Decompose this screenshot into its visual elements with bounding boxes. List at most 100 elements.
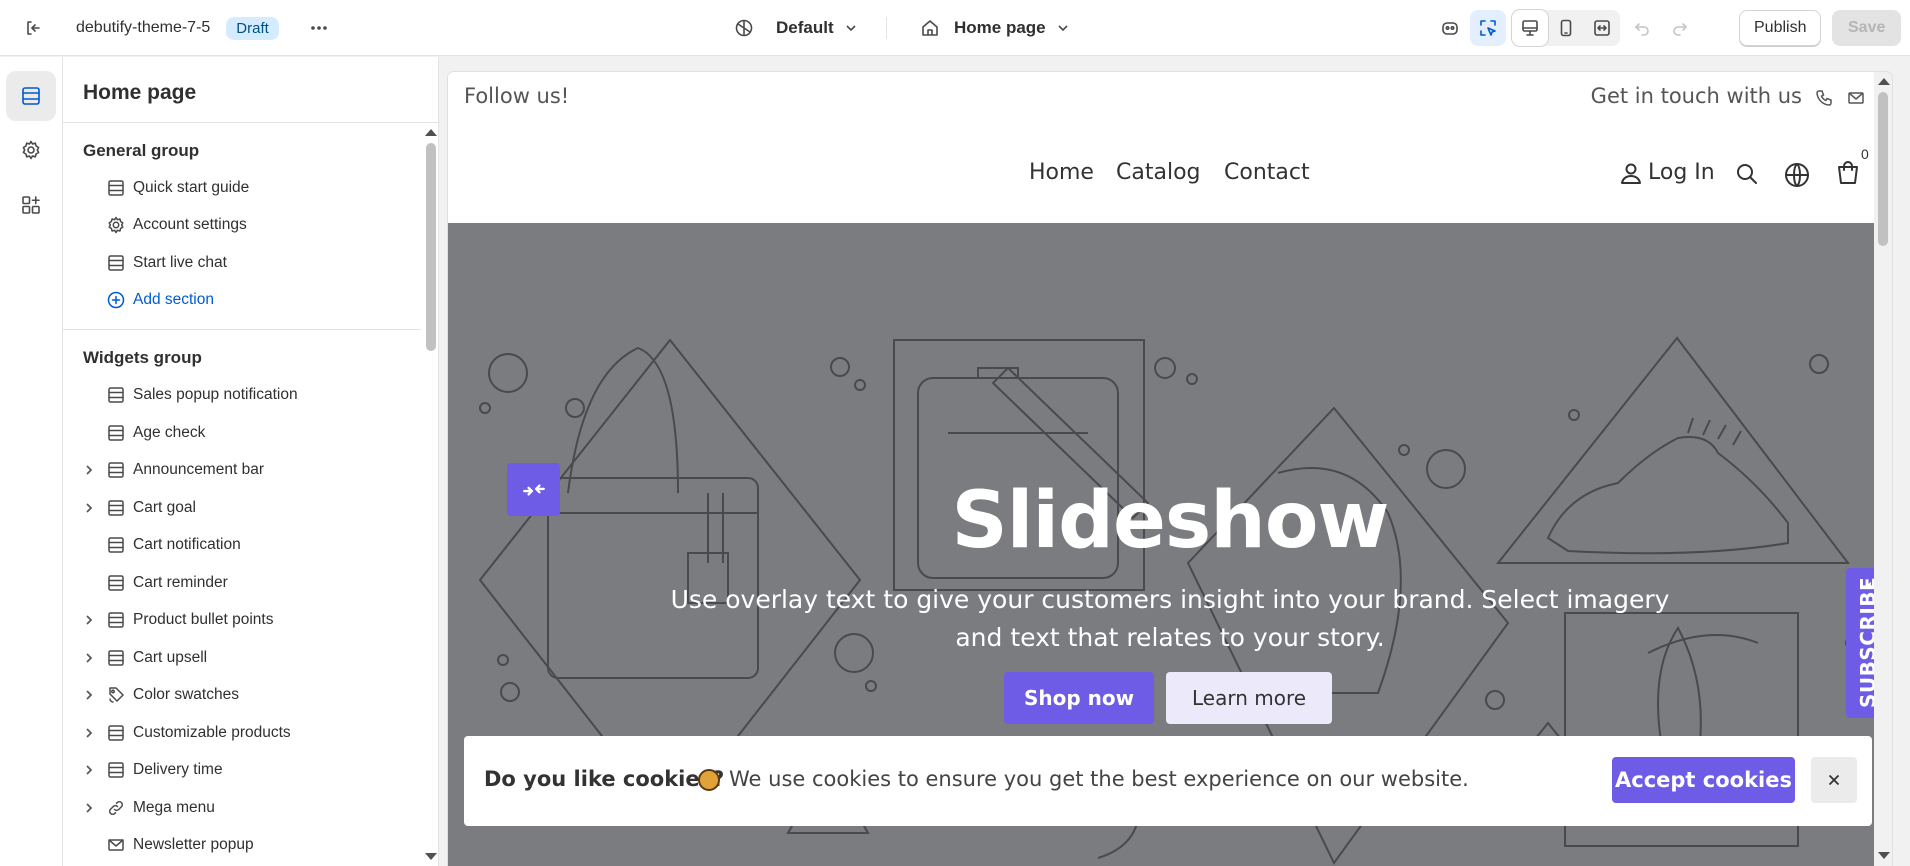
exit-button[interactable] xyxy=(15,10,51,46)
get-in-touch-text[interactable]: Get in touch with us xyxy=(1591,84,1802,108)
scroll-up-arrow[interactable] xyxy=(425,129,437,136)
exit-icon xyxy=(27,21,40,35)
add-section-button[interactable]: Add section xyxy=(63,282,413,318)
chevron-right-icon[interactable] xyxy=(82,763,96,777)
section-icon xyxy=(106,498,126,518)
chevron-down-icon xyxy=(846,25,856,32)
desktop-view-button[interactable] xyxy=(1512,10,1548,46)
theme-settings-tab[interactable] xyxy=(6,125,56,175)
close-icon xyxy=(1828,774,1840,786)
section-item-label: Account settings xyxy=(133,216,247,233)
group-divider xyxy=(63,329,421,330)
chevron-right-icon[interactable] xyxy=(82,726,96,740)
cookie-question: Do you like cookies? xyxy=(484,767,725,791)
section-item-label: Quick start guide xyxy=(133,179,250,196)
gear-icon xyxy=(106,215,126,235)
cookie-emoji-icon xyxy=(698,769,720,791)
swatch-icon xyxy=(106,685,126,705)
robot-icon xyxy=(1442,22,1458,35)
hero-title: Slideshow xyxy=(951,476,1390,566)
section-item-newsletter-popup[interactable]: Newsletter popup xyxy=(63,827,413,863)
hero-subtitle: Use overlay text to give your customers … xyxy=(670,585,1670,652)
preview-scroll-up-arrow[interactable] xyxy=(1878,78,1890,85)
login-link[interactable]: Log In xyxy=(1648,160,1715,185)
app-embed-button[interactable] xyxy=(1432,10,1468,46)
section-item-customizable-products[interactable]: Customizable products xyxy=(63,715,413,751)
globe-icon[interactable] xyxy=(1783,161,1811,189)
section-icon xyxy=(106,610,126,630)
section-icon xyxy=(106,648,126,668)
chevron-right-icon[interactable] xyxy=(82,651,96,665)
follow-us-text[interactable]: Follow us! xyxy=(464,84,569,108)
section-item-mega-menu[interactable]: Mega menu xyxy=(63,790,413,826)
chevron-right-icon[interactable] xyxy=(82,463,96,477)
more-actions-button[interactable] xyxy=(301,10,337,46)
ellipsis-icon xyxy=(311,26,327,30)
cart-icon[interactable] xyxy=(1834,159,1862,187)
section-item-label: Customizable products xyxy=(133,723,291,741)
announcement-bar: Follow us! Get in touch with us xyxy=(448,72,1892,122)
panel-scroll-thumb[interactable] xyxy=(426,143,436,351)
section-item-cart-goal[interactable]: Cart goal xyxy=(63,490,413,526)
section-item-label: Sales popup notification xyxy=(133,386,298,403)
redo-button[interactable] xyxy=(1662,10,1698,46)
search-icon[interactable] xyxy=(1734,161,1760,187)
learn-more-button[interactable]: Learn more xyxy=(1166,672,1332,724)
undo-button[interactable] xyxy=(1624,10,1660,46)
app-embeds-tab[interactable] xyxy=(6,180,56,230)
mail-icon[interactable] xyxy=(1846,88,1866,108)
section-icon xyxy=(106,385,126,405)
section-icon xyxy=(106,535,126,555)
section-icon xyxy=(106,423,126,443)
section-item-sales-popup-notification[interactable]: Sales popup notification xyxy=(63,377,413,413)
preview-scrollbar[interactable] xyxy=(1874,72,1892,866)
section-item-cart-reminder[interactable]: Cart reminder xyxy=(63,565,413,601)
section-item-label: Cart goal xyxy=(133,498,196,516)
general-group-title: General group xyxy=(83,141,200,160)
section-item-delivery-time[interactable]: Delivery time xyxy=(63,752,413,788)
page-selector[interactable]: Home page xyxy=(920,18,1070,38)
chevron-right-icon[interactable] xyxy=(82,613,96,627)
section-item-label: Announcement bar xyxy=(133,461,264,478)
panel-scrollbar[interactable] xyxy=(421,123,438,866)
section-item-label: Cart notification xyxy=(133,536,241,553)
publish-button[interactable]: Publish xyxy=(1739,10,1822,46)
section-item-account-settings[interactable]: Account settings xyxy=(63,207,413,243)
save-button[interactable]: Save xyxy=(1832,10,1902,46)
section-icon xyxy=(106,760,126,780)
section-item-label: Newsletter popup xyxy=(133,836,254,853)
section-item-cart-notification[interactable]: Cart notification xyxy=(63,527,413,563)
theme-selector[interactable]: Default xyxy=(734,18,858,38)
nav-link-catalog[interactable]: Catalog xyxy=(1116,160,1201,185)
section-item-start-live-chat[interactable]: Start live chat xyxy=(63,245,413,281)
redo-icon xyxy=(1673,23,1687,36)
section-item-announcement-bar[interactable]: Announcement bar xyxy=(63,452,413,488)
undo-icon xyxy=(1635,23,1649,36)
preview-scroll-thumb[interactable] xyxy=(1878,92,1888,246)
storefront-preview: Follow us! Get in touch with us Home Cat… xyxy=(448,72,1892,866)
theme-selector-label: Default xyxy=(776,18,834,37)
editor-rail xyxy=(0,57,63,866)
section-item-quick-start-guide[interactable]: Quick start guide xyxy=(63,170,413,206)
sections-tab[interactable] xyxy=(6,71,56,121)
inspector-button[interactable] xyxy=(1470,10,1506,46)
preview-scroll-down-arrow[interactable] xyxy=(1878,852,1890,859)
chevron-right-icon[interactable] xyxy=(82,501,96,515)
section-item-product-bullet-points[interactable]: Product bullet points xyxy=(63,602,413,638)
user-icon[interactable] xyxy=(1618,160,1644,186)
chevron-right-icon[interactable] xyxy=(82,801,96,815)
chevron-right-icon[interactable] xyxy=(82,688,96,702)
close-cookie-button[interactable] xyxy=(1811,757,1857,803)
section-item-age-check[interactable]: Age check xyxy=(63,415,413,451)
section-item-color-swatches[interactable]: Color swatches xyxy=(63,677,413,713)
nav-link-contact[interactable]: Contact xyxy=(1224,160,1310,185)
phone-icon[interactable] xyxy=(1814,88,1834,108)
accept-cookies-button[interactable]: Accept cookies xyxy=(1612,757,1795,803)
fullscreen-view-button[interactable] xyxy=(1584,10,1620,46)
section-item-cart-upsell[interactable]: Cart upsell xyxy=(63,640,413,676)
scroll-down-arrow[interactable] xyxy=(425,853,437,860)
mobile-view-button[interactable] xyxy=(1548,10,1584,46)
page-selector-label: Home page xyxy=(954,18,1046,37)
shop-now-button[interactable]: Shop now xyxy=(1004,672,1154,724)
nav-link-home[interactable]: Home xyxy=(1029,160,1094,185)
